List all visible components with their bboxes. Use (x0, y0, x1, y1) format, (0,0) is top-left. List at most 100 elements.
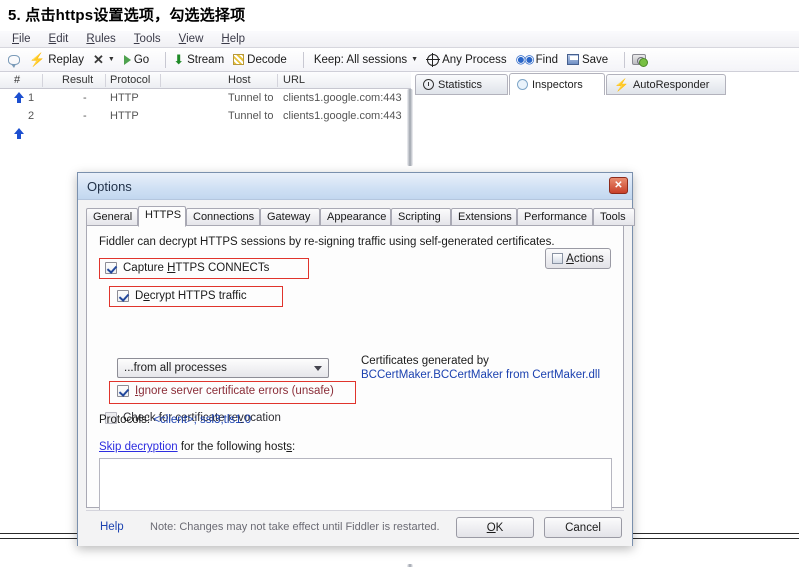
inspector-tab-strip: Statistics Inspectors ⚡ AutoResponder (415, 72, 799, 96)
column-divider[interactable] (42, 74, 43, 87)
menu-item-file[interactable]: File (12, 31, 31, 47)
checkbox-capture-label: Capture HTTPS CONNECTs (123, 262, 270, 274)
find-button[interactable]: ◉◉ Find (515, 52, 558, 66)
dialog-title-bar: Options ✕ (78, 173, 632, 200)
cell-host: Tunnel to (228, 92, 274, 104)
go-button[interactable]: Go (123, 54, 149, 66)
dialog-title: Options (87, 179, 132, 194)
binoculars-icon: ◉◉ (515, 52, 535, 66)
chevron-down-icon (314, 366, 322, 371)
table-row[interactable]: 2 - HTTP Tunnel to clients1.google.com:4… (0, 107, 411, 139)
decode-icon (233, 54, 245, 65)
tab-statistics[interactable]: Statistics (415, 74, 508, 95)
replay-icon: ⚡ (29, 52, 46, 67)
replay-button[interactable]: ⚡ Replay (29, 52, 84, 67)
toolbar: ⚡ Replay ✕ ▼ Go ⬇ Stream Decode Keep: Al… (0, 48, 799, 72)
cert-generator-value[interactable]: BCCertMaker.BCCertMaker from CertMaker.d… (361, 368, 600, 382)
session-list: 1 - HTTP Tunnel to clients1.google.com:4… (0, 89, 411, 163)
column-divider[interactable] (277, 74, 278, 87)
menu-item-tools[interactable]: Tools (134, 31, 161, 47)
cert-generated-label: Certificates generated by (361, 355, 489, 367)
column-header-result[interactable]: Result (62, 73, 93, 88)
remove-x-icon: ✕ (93, 52, 104, 67)
checkbox-icon (117, 290, 129, 302)
play-icon (123, 54, 131, 65)
cell-protocol: HTTP (110, 92, 139, 104)
tab-inspectors[interactable]: Inspectors (509, 73, 605, 96)
upload-arrow-stem-icon (17, 133, 21, 139)
restart-note: Note: Changes may not take effect until … (150, 521, 440, 533)
cell-result: - (83, 110, 87, 122)
certificate-generator-info: Certificates generated by BCCertMaker.BC… (361, 354, 600, 382)
stream-button[interactable]: ⬇ Stream (173, 53, 225, 66)
cancel-button[interactable]: Cancel (544, 517, 622, 538)
actions-icon (552, 253, 564, 264)
tab-appearance[interactable]: Appearance (320, 208, 391, 226)
column-divider[interactable] (105, 74, 106, 87)
table-row[interactable]: 1 - HTTP Tunnel to clients1.google.com:4… (0, 89, 411, 107)
toolbar-divider-1 (165, 51, 167, 68)
process-filter-dropdown[interactable]: ...from all processes (117, 358, 329, 378)
cell-url: clients1.google.com:443 (283, 92, 402, 104)
comment-button[interactable] (8, 54, 20, 68)
save-label: Save (581, 53, 609, 66)
column-header-protocol[interactable]: Protocol (110, 73, 150, 88)
protocols-value[interactable]: <client>; ssl3;tls1.0 (153, 414, 251, 426)
checkbox-ignore-cert-errors[interactable]: Ignore server certificate errors (unsafe… (117, 385, 334, 397)
column-header-number[interactable]: # (14, 73, 20, 88)
column-header-url[interactable]: URL (283, 73, 305, 88)
menu-bar: File Edit Rules Tools View Help (0, 31, 799, 48)
cell-url: clients1.google.com:443 (283, 110, 402, 122)
any-process-label: Any Process (442, 53, 507, 66)
decode-label: Decode (247, 53, 287, 66)
any-process-button[interactable]: Any Process (426, 52, 507, 67)
cell-number: 1 (28, 92, 35, 104)
menu-item-help[interactable]: Help (221, 31, 245, 47)
tab-connections[interactable]: Connections (186, 208, 260, 226)
target-icon (426, 52, 441, 67)
autoresponder-icon: ⚡ (614, 77, 629, 92)
keep-sessions-dropdown[interactable]: Keep: All sessions ▼ (311, 54, 418, 66)
column-header-host[interactable]: Host (228, 73, 251, 88)
tab-performance[interactable]: Performance (517, 208, 593, 226)
skip-decryption-suffix: for the following hosts: (177, 441, 296, 453)
cell-result: - (83, 92, 87, 104)
checkbox-icon (117, 385, 129, 397)
menu-item-view[interactable]: View (179, 31, 204, 47)
menu-item-rules[interactable]: Rules (86, 31, 115, 47)
vertical-splitter[interactable] (407, 89, 413, 166)
tab-extensions[interactable]: Extensions (451, 208, 517, 226)
session-list-header: # Result Protocol Host URL (0, 72, 411, 89)
close-icon[interactable]: ✕ (609, 177, 628, 194)
tab-tools[interactable]: Tools (593, 208, 635, 226)
camera-icon (632, 54, 649, 67)
cell-host: Tunnel to (228, 110, 274, 122)
toolbar-divider-3 (624, 51, 626, 68)
checkbox-capture-https-connects[interactable]: Capture HTTPS CONNECTs (105, 262, 269, 274)
skip-decryption-link[interactable]: Skip decryption (99, 441, 178, 453)
column-divider[interactable] (160, 74, 161, 87)
decode-button[interactable]: Decode (233, 54, 287, 66)
stream-label: Stream (187, 53, 225, 66)
help-link[interactable]: Help (100, 521, 124, 533)
checkbox-decrypt-https-traffic[interactable]: Decrypt HTTPS traffic (117, 290, 247, 302)
save-button[interactable]: Save (566, 53, 609, 66)
https-tab-panel: Fiddler can decrypt HTTPS sessions by re… (86, 225, 624, 511)
chevron-down-icon: ▼ (411, 56, 419, 63)
tab-https[interactable]: HTTPS (138, 206, 186, 227)
process-filter-value: ...from all processes (124, 362, 227, 374)
tab-gateway[interactable]: Gateway (260, 208, 320, 226)
ok-button[interactable]: OK (456, 517, 534, 538)
options-dialog: Options ✕ General HTTPS Connections Gate… (77, 172, 635, 546)
remove-button[interactable]: ✕ ▼ (93, 52, 115, 67)
save-icon (566, 54, 579, 65)
cell-protocol: HTTP (110, 110, 139, 122)
replay-label: Replay (48, 53, 84, 66)
skip-hosts-input[interactable] (99, 458, 612, 511)
actions-button[interactable]: Actions (545, 248, 611, 269)
tab-scripting[interactable]: Scripting (391, 208, 451, 226)
tab-autoresponder[interactable]: ⚡ AutoResponder (606, 74, 726, 95)
menu-item-edit[interactable]: Edit (49, 31, 69, 47)
screenshot-button[interactable] (632, 54, 649, 67)
tab-general[interactable]: General (86, 208, 138, 226)
